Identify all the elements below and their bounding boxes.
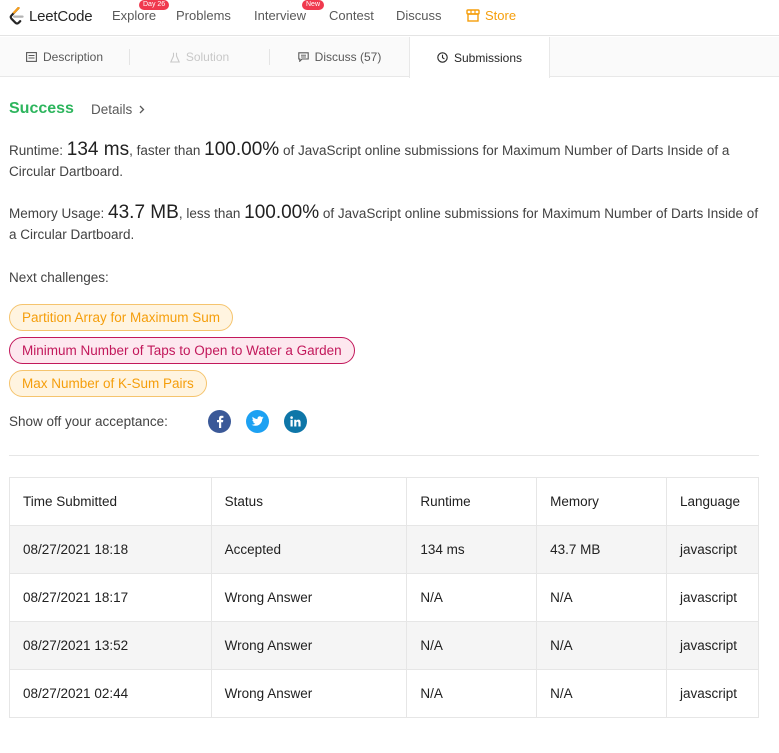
time-cell: 08/27/2021 18:17 [9, 573, 212, 622]
table-row[interactable]: 08/27/2021 13:52 Wrong Answer N/A N/A ja… [9, 621, 760, 670]
table-row[interactable]: 08/27/2021 18:18 Accepted 134 ms 43.7 MB… [9, 525, 760, 574]
runtime-cell: N/A [406, 621, 538, 670]
runtime-cell: N/A [406, 573, 538, 622]
runtime-comparison: , faster than [129, 143, 201, 158]
runtime-label: Runtime: [9, 143, 64, 158]
memory-cell: N/A [536, 621, 667, 670]
tab-description-label: Description [42, 50, 104, 64]
logo-text: LeetCode [29, 7, 93, 25]
details-link[interactable]: Details [91, 102, 145, 117]
runtime-cell: N/A [406, 669, 538, 718]
facebook-icon[interactable] [208, 410, 231, 433]
chevron-right-icon [139, 105, 145, 114]
section-divider [9, 455, 759, 456]
nav-discuss-label: Discuss [396, 8, 442, 23]
nav-interview[interactable]: Interview New [254, 0, 325, 23]
linkedin-icon[interactable] [284, 410, 307, 433]
runtime-value: 134 ms [66, 139, 130, 160]
column-header: Status [210, 477, 408, 526]
language-cell: javascript [665, 621, 760, 670]
nav-problems-label: Problems [176, 8, 231, 23]
column-header: Language [665, 477, 760, 526]
nav-explore[interactable]: Explore Day 26 [112, 0, 170, 23]
store-icon [466, 9, 480, 22]
language-cell: javascript [665, 573, 760, 622]
column-header: Memory [536, 477, 667, 526]
tab-solution-label: Solution [185, 50, 230, 64]
status-cell[interactable]: Wrong Answer [210, 621, 408, 670]
nav-contest[interactable]: Contest [329, 8, 374, 23]
nav-problems[interactable]: Problems [176, 8, 231, 23]
leetcode-logo-icon [9, 6, 24, 25]
nav-discuss[interactable]: Discuss [396, 8, 442, 23]
next-challenges-label: Next challenges: [9, 270, 109, 285]
memory-label: Memory Usage: [9, 206, 105, 221]
nav-contest-label: Contest [329, 8, 374, 23]
tab-solution[interactable]: Solution [130, 37, 269, 77]
runtime-cell: 134 ms [406, 525, 538, 574]
twitter-icon[interactable] [246, 410, 269, 433]
tab-discuss[interactable]: Discuss (57) [270, 37, 409, 77]
memory-stat: Memory Usage: 43.7 MB, less than 100.00%… [9, 202, 769, 245]
problem-tabs: Description Solution Discuss (57) Submis… [0, 37, 779, 78]
submission-status: Success [9, 100, 74, 117]
challenge-pill[interactable]: Partition Array for Maximum Sum [9, 304, 234, 331]
tab-submissions-label: Submissions [453, 50, 523, 65]
runtime-stat: Runtime: 134 ms, faster than 100.00% of … [9, 139, 769, 182]
language-cell: javascript [665, 669, 760, 718]
nav-store-label: Store [485, 8, 517, 23]
status-cell[interactable]: Accepted [210, 525, 408, 574]
tab-discuss-label: Discuss (57) [314, 50, 382, 64]
description-icon [26, 52, 37, 62]
runtime-percent: 100.00% [204, 139, 280, 160]
time-cell: 08/27/2021 18:18 [9, 525, 212, 574]
table-header-row: Time Submitted Status Runtime Memory Lan… [9, 477, 760, 526]
interview-new-badge: New [302, 0, 325, 10]
nav-explore-label: Explore [112, 8, 157, 23]
explore-day-badge: Day 26 [139, 0, 170, 10]
memory-percent: 100.00% [244, 202, 320, 223]
memory-comparison: , less than [178, 206, 241, 221]
language-cell: javascript [665, 525, 760, 574]
time-cell: 08/27/2021 02:44 [9, 669, 212, 718]
table-row[interactable]: 08/27/2021 02:44 Wrong Answer N/A N/A ja… [9, 669, 760, 718]
memory-cell: N/A [536, 573, 667, 622]
logo[interactable]: LeetCode [9, 6, 93, 26]
nav-interview-label: Interview [254, 8, 307, 23]
challenge-pill[interactable]: Minimum Number of Taps to Open to Water … [9, 337, 355, 364]
tab-submissions[interactable]: Submissions [409, 37, 550, 78]
clock-icon [437, 52, 448, 63]
share-label: Show off your acceptance: [9, 414, 168, 429]
comment-icon [297, 52, 309, 62]
nav-store[interactable]: Store [466, 8, 516, 23]
details-label: Details [91, 102, 133, 117]
memory-value: 43.7 MB [108, 202, 179, 223]
challenge-pill[interactable]: Max Number of K-Sum Pairs [9, 370, 207, 397]
table-row[interactable]: 08/27/2021 18:17 Wrong Answer N/A N/A ja… [9, 573, 760, 622]
tab-description[interactable]: Description [0, 37, 129, 77]
status-cell[interactable]: Wrong Answer [210, 669, 408, 718]
column-header: Time Submitted [9, 477, 212, 526]
status-cell[interactable]: Wrong Answer [210, 573, 408, 622]
memory-cell: 43.7 MB [536, 525, 667, 574]
submissions-table: Time Submitted Status Runtime Memory Lan… [9, 477, 760, 718]
top-nav: LeetCode Explore Day 26 Problems Intervi… [0, 0, 779, 36]
column-header: Runtime [406, 477, 538, 526]
flask-icon [169, 52, 180, 63]
memory-cell: N/A [536, 669, 667, 718]
time-cell: 08/27/2021 13:52 [9, 621, 212, 670]
